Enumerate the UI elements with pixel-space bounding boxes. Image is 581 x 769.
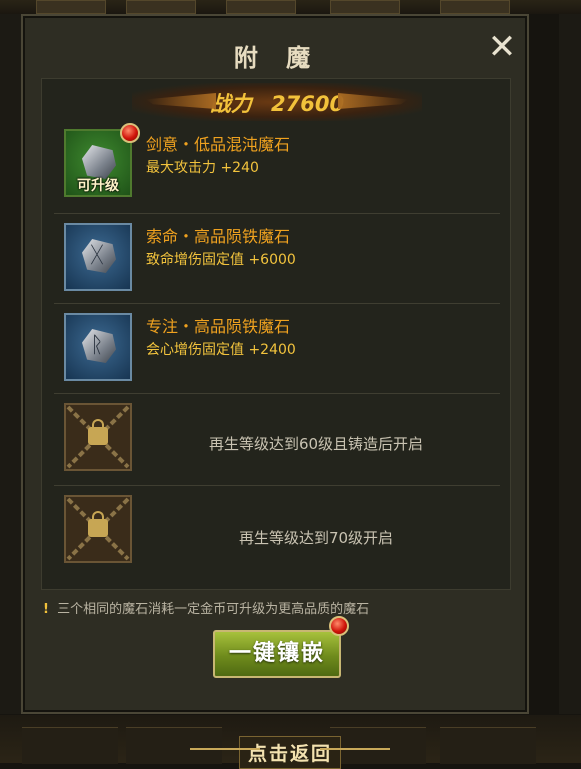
item-stat: 致命增伤固定值 +6000 [146,252,296,268]
chaos-stone-icon [82,145,116,179]
item-name: 索命・高品陨铁魔石 [146,227,291,246]
list-item[interactable]: ᚱ 专注・高品陨铁魔石 会心增伤固定值 +2400 [54,303,500,394]
upgrade-tag: 可升级 [77,178,119,194]
combat-power-value: 27600 [271,92,345,116]
magic-stone-slot[interactable]: ᚱ [64,313,132,381]
background-slot [226,0,296,14]
rune-icon: ᚷ [90,243,104,268]
divider [320,748,390,750]
combat-power-banner: 战力 27600 [132,83,422,121]
background-slot [330,0,400,14]
background-slot [126,0,196,14]
background-left [0,14,22,714]
item-name: 专注・高品陨铁魔石 [146,317,291,336]
wing-right-icon [338,93,408,109]
back-button-label: 点击返回 [238,736,341,769]
item-stat: 会心增伤固定值 +2400 [146,342,296,358]
close-icon[interactable]: ✕ [485,30,519,64]
background-slot [440,0,510,14]
item-stat: 最大攻击力 +240 [146,160,259,176]
dialog-title: 附 魔 [233,44,321,72]
rune-icon: ᚱ [90,333,104,358]
background-slot [36,0,106,14]
unlock-condition: 再生等级达到60级且铸造后开启 [208,435,424,453]
one-click-inlay-button[interactable]: 一键镶嵌 [213,630,341,678]
combat-power-label: 战力 [209,92,252,116]
background-top-bar [0,0,581,14]
locked-slot[interactable] [64,403,132,471]
magic-stone-slot[interactable]: ᚷ [64,223,132,291]
upgrade-hint: ! 三个相同的魔石消耗一定金币可升级为更高品质的魔石 [43,598,369,617]
item-name: 剑意・低品混沌魔石 [146,135,291,154]
red-dot-notification-icon [329,616,349,636]
padlock-icon [88,511,108,537]
locked-slot[interactable] [64,495,132,563]
padlock-icon [88,419,108,445]
hint-text: 三个相同的魔石消耗一定金币可升级为更高品质的魔石 [57,602,370,617]
red-dot-notification-icon [120,123,140,143]
enchant-dialog: 附 魔 ✕ 战力 27600 可升级 剑意・低品混沌魔石 最大攻击力 +240 … [21,14,529,714]
list-item[interactable]: 再生等级达到60级且铸造后开启 [54,395,500,486]
back-button[interactable]: 点击返回 [190,732,390,769]
list-item[interactable]: 再生等级达到70级开启 [54,487,500,577]
unlock-condition: 再生等级达到70级开启 [238,529,394,547]
background-slot [440,727,536,764]
wing-left-icon [146,93,216,109]
exclamation-icon: ! [43,602,49,617]
background-right [559,14,581,714]
divider [190,748,260,750]
list-item[interactable]: ᚷ 索命・高品陨铁魔石 致命增伤固定值 +6000 [54,213,500,304]
slot-list: 战力 27600 可升级 剑意・低品混沌魔石 最大攻击力 +240 ᚷ 索命・高… [41,78,511,590]
background-slot [22,727,118,764]
list-item[interactable]: 可升级 剑意・低品混沌魔石 最大攻击力 +240 [54,123,500,214]
